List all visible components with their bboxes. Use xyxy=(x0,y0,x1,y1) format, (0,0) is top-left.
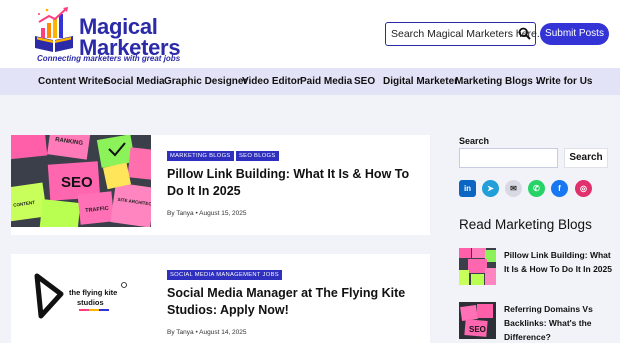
sidebar-thumb-word-seo: SEO xyxy=(469,325,486,334)
post-meta: By Tanya • August 15, 2025 xyxy=(167,210,247,217)
post-title[interactable]: Social Media Manager at The Flying Kite … xyxy=(167,285,422,319)
sidebar-post-thumbnail[interactable]: SEO xyxy=(459,302,496,339)
instagram-icon[interactable]: ◎ xyxy=(575,180,592,197)
logo-book-icon xyxy=(35,7,73,52)
thumb-brand-line1: the flying kite xyxy=(69,288,117,297)
site-header: Magical Marketers Connecting marketers w… xyxy=(0,0,620,68)
submit-posts-button[interactable]: Submit Posts xyxy=(540,23,609,45)
email-icon[interactable]: ✉ xyxy=(505,180,522,197)
nav-item-graphic-designer[interactable]: Graphic Designer xyxy=(164,68,247,95)
site-logo[interactable]: Magical Marketers Connecting marketers w… xyxy=(33,6,181,64)
telegram-icon[interactable]: ➤ xyxy=(482,180,499,197)
search-icon[interactable] xyxy=(518,27,531,40)
post-title[interactable]: Pillow Link Building: What It Is & How T… xyxy=(167,166,422,200)
nav-item-write-for-us[interactable]: Write for Us xyxy=(536,68,593,95)
post-card: the flying kite studios SOCIAL MEDIA MAN… xyxy=(11,254,430,343)
nav-item-paid-media[interactable]: Paid Media xyxy=(300,68,352,95)
post-date: August 14, 2025 xyxy=(199,329,247,336)
post-author[interactable]: By Tanya xyxy=(167,210,194,217)
nav-item-content-writer[interactable]: Content Writer xyxy=(38,68,107,95)
category-tag-seo-blogs[interactable]: SEO BLOGS xyxy=(236,151,279,161)
post-author[interactable]: By Tanya xyxy=(167,329,194,336)
nav-item-marketing-blogs[interactable]: Marketing Blogs ⌄ xyxy=(455,68,542,95)
thumb-word-seo: SEO xyxy=(61,174,93,191)
logo-tagline: Connecting marketers with great jobs xyxy=(37,54,181,63)
sidebar-search-input[interactable] xyxy=(459,148,558,168)
sidebar-post-title[interactable]: Pillow Link Building: What It Is & How T… xyxy=(504,248,614,276)
linkedin-icon[interactable]: in xyxy=(459,180,476,197)
sidebar-post-thumbnail[interactable] xyxy=(459,248,496,285)
nav-item-digital-marketer[interactable]: Digital Marketer xyxy=(383,68,458,95)
main-nav: Content Writer Social Media Graphic Desi… xyxy=(0,68,620,95)
thumb-brand-line2: studios xyxy=(77,298,104,307)
post-card: SEO RANKING TRAFFIC SITE ARCHITECTURE CO… xyxy=(11,135,430,235)
post-date: August 15, 2025 xyxy=(199,210,247,217)
facebook-icon[interactable]: f xyxy=(551,180,568,197)
sidebar-search-button[interactable]: Search xyxy=(564,148,608,168)
post-meta: By Tanya • August 14, 2025 xyxy=(167,329,247,336)
post-thumbnail-sticky-notes[interactable]: SEO RANKING TRAFFIC SITE ARCHITECTURE CO… xyxy=(11,135,151,227)
sidebar-search-label: Search xyxy=(459,136,490,146)
category-tag-social-media-management-jobs[interactable]: SOCIAL MEDIA MANAGEMENT JOBS xyxy=(167,270,282,280)
sidebar-section-title: Read Marketing Blogs xyxy=(459,217,592,232)
header-search-input[interactable]: Search Magical Marketers here... xyxy=(385,22,546,46)
post-thumbnail-flying-kite[interactable]: the flying kite studios xyxy=(11,254,151,343)
nav-item-social-media[interactable]: Social Media xyxy=(104,68,165,95)
nav-item-video-editor[interactable]: Video Editor xyxy=(242,68,301,95)
category-tag-marketing-blogs[interactable]: MARKETING BLOGS xyxy=(167,151,234,161)
whatsapp-icon[interactable]: ✆ xyxy=(528,180,545,197)
nav-item-marketing-blogs-label: Marketing Blogs xyxy=(455,76,533,87)
sidebar-post-title[interactable]: Referring Domains Vs Backlinks: What's t… xyxy=(504,302,614,343)
nav-item-seo[interactable]: SEO xyxy=(354,68,375,95)
